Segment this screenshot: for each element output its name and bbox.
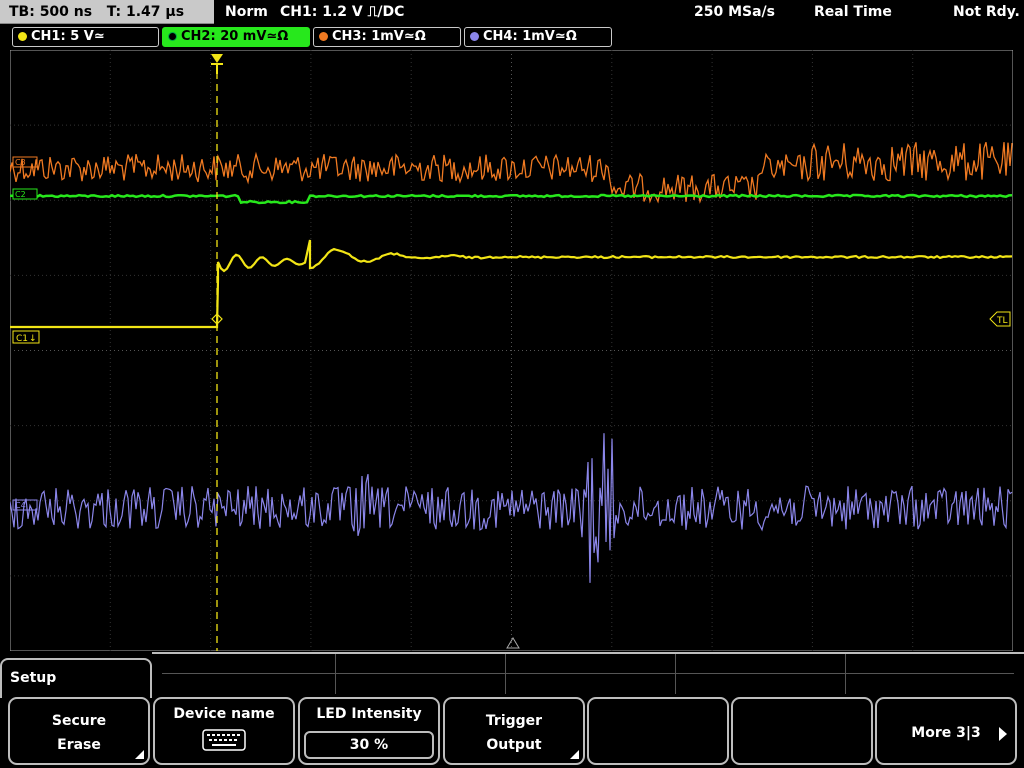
more-menu-button[interactable]: More 3|3 <box>875 697 1017 765</box>
device-name-button[interactable]: Device name <box>153 697 295 765</box>
ch3-tab[interactable]: CH3: 1mV≃Ω <box>313 27 461 47</box>
ch2-ref-marker[interactable]: C2 <box>12 188 38 200</box>
ch4-label: CH4: 1mV≃Ω <box>483 29 577 44</box>
submenu-corner-icon <box>135 750 144 759</box>
svg-text:↓: ↓ <box>29 334 37 344</box>
sample-rate: 250 MSa/s <box>694 4 776 20</box>
waveform-display[interactable]: C1 ↓ C2 C3 C4 TL <box>10 50 1013 651</box>
acquisition-state: Not Rdy. <box>953 4 1020 20</box>
svg-text:C4: C4 <box>15 501 26 510</box>
keyboard-icon <box>202 729 246 751</box>
softkey-label: LED Intensity <box>316 706 422 722</box>
ch1-label: CH1: 5 V≃ <box>31 29 105 44</box>
trigger-mode[interactable]: Norm <box>225 0 268 24</box>
menu-title-label: Setup <box>10 670 57 686</box>
softkey-label: Secure <box>51 713 107 729</box>
timebase-value: TB: 500 ns <box>9 4 93 20</box>
svg-text:C2: C2 <box>15 190 26 199</box>
secure-erase-button[interactable]: Secure Erase <box>8 697 150 765</box>
next-page-arrow-icon <box>999 727 1007 741</box>
led-intensity-value[interactable]: 30 % <box>304 731 434 759</box>
ch1-dot-icon <box>18 32 27 41</box>
led-intensity-button[interactable]: LED Intensity 30 % <box>298 697 440 765</box>
svg-text:C3: C3 <box>15 158 26 167</box>
trigger-time-value: T: 1.47 µs <box>106 4 185 20</box>
ch2-tab[interactable]: CH2: 20 mV≃Ω <box>162 27 310 47</box>
ch1-tab[interactable]: CH1: 5 V≃ <box>12 27 159 47</box>
submenu-corner-icon <box>570 750 579 759</box>
trigger-info[interactable]: CH1: 1.2 V ⎍/DC <box>280 0 404 24</box>
softkey-label: Trigger <box>485 713 543 729</box>
empty-softkey-5[interactable] <box>587 697 729 765</box>
ch4-tab[interactable]: CH4: 1mV≃Ω <box>464 27 612 47</box>
ch1-ref-marker[interactable]: C1 ↓ <box>12 330 40 344</box>
menu-info-strip <box>152 652 1024 694</box>
ch3-dot-icon <box>319 32 328 41</box>
softkey-label: More 3|3 <box>911 725 981 741</box>
softkey-label: Device name <box>173 706 275 722</box>
ch4-dot-icon <box>470 32 479 41</box>
ch2-dot-icon <box>168 32 177 41</box>
trigger-output-button[interactable]: Trigger Output <box>443 697 585 765</box>
softkey-label: Output <box>486 737 542 753</box>
svg-text:C1: C1 <box>16 334 28 344</box>
timebase-readout[interactable]: TB: 500 ns T: 1.47 µs <box>0 0 214 24</box>
ch3-label: CH3: 1mV≃Ω <box>332 29 426 44</box>
svg-text:TL: TL <box>996 316 1008 326</box>
status-bar: Norm CH1: 1.2 V ⎍/DC 250 MSa/s Real Time… <box>214 0 1024 24</box>
ch2-label: CH2: 20 mV≃Ω <box>181 29 289 44</box>
softkey-label: Erase <box>57 737 101 753</box>
menu-title-setup: Setup <box>0 658 152 698</box>
acquisition-mode[interactable]: Real Time <box>814 0 892 24</box>
empty-softkey-6[interactable] <box>731 697 873 765</box>
